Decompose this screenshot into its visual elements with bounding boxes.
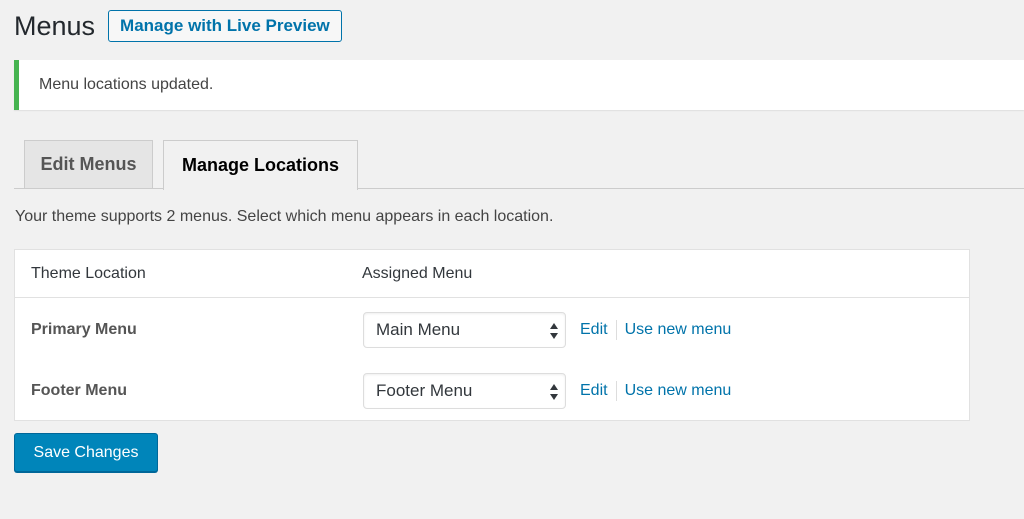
select-value: Footer Menu	[376, 381, 473, 400]
locations-description: Your theme supports 2 menus. Select whic…	[15, 208, 554, 225]
row-actions: Edit Use new menu	[580, 320, 731, 340]
column-header-theme-location: Theme Location	[31, 265, 146, 282]
use-new-menu-link[interactable]: Use new menu	[625, 382, 732, 400]
edit-link[interactable]: Edit	[580, 382, 608, 400]
save-changes-button[interactable]: Save Changes	[14, 433, 158, 472]
select-value: Main Menu	[376, 320, 461, 339]
table-row: Primary Menu Main Menu Edit Use new menu	[15, 310, 969, 350]
tab-edit-menus[interactable]: Edit Menus	[24, 140, 153, 188]
footer-menu-select[interactable]: Footer Menu	[363, 373, 566, 409]
table-row: Footer Menu Footer Menu Edit Use new men…	[15, 371, 969, 411]
row-actions: Edit Use new menu	[580, 381, 731, 401]
tab-label: Manage Locations	[181, 155, 340, 175]
manage-live-preview-button[interactable]: Manage with Live Preview	[108, 10, 342, 42]
link-divider	[615, 320, 617, 340]
page-header: Menus Manage with Live Preview	[14, 10, 342, 42]
select-arrows-icon	[550, 384, 558, 400]
nav-tabs: Edit Menus Manage Locations	[14, 140, 1024, 190]
location-label-primary: Primary Menu	[31, 321, 137, 338]
menu-locations-table: Theme Location Assigned Menu Primary Men…	[14, 249, 970, 421]
link-divider	[615, 381, 617, 401]
column-header-assigned-menu: Assigned Menu	[362, 265, 473, 282]
tab-label: Edit Menus	[40, 154, 137, 174]
select-arrows-icon	[550, 323, 558, 339]
use-new-menu-link[interactable]: Use new menu	[625, 321, 732, 339]
page-title: Menus	[14, 10, 96, 41]
primary-menu-select[interactable]: Main Menu	[363, 312, 566, 348]
notice-text: Menu locations updated.	[39, 76, 214, 93]
table-header: Theme Location Assigned Menu	[15, 250, 969, 298]
tab-manage-locations[interactable]: Manage Locations	[163, 140, 358, 190]
edit-link[interactable]: Edit	[580, 321, 608, 339]
location-label-footer: Footer Menu	[31, 382, 127, 399]
success-notice: Menu locations updated.	[14, 60, 1024, 110]
